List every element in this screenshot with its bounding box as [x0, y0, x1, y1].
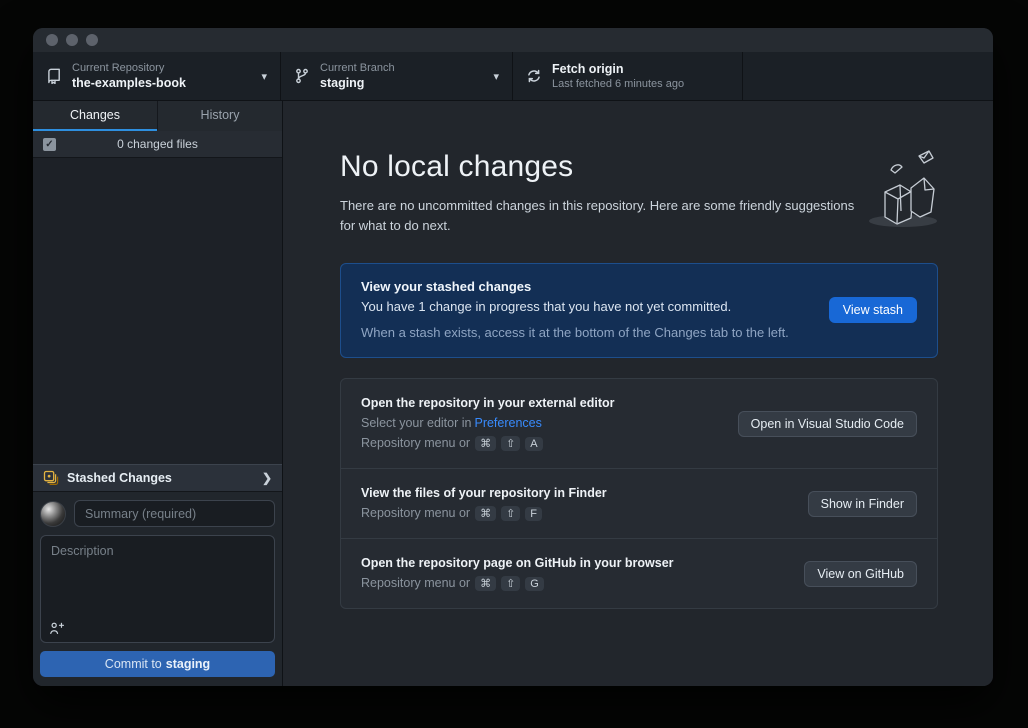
commit-button-branch: staging [166, 657, 210, 671]
preferences-link[interactable]: Preferences [474, 416, 541, 430]
letter-key: A [525, 437, 542, 451]
current-repository-dropdown[interactable]: Current Repository the-examples-book ▾ [33, 52, 281, 100]
minimize-window-button[interactable] [66, 34, 78, 46]
commit-button-prefix: Commit to [105, 657, 162, 671]
changed-files-count: 0 changed files [117, 137, 198, 151]
open-in-editor-button[interactable]: Open in Visual Studio Code [738, 411, 917, 437]
chevron-down-icon: ▾ [261, 70, 267, 83]
suggestion-open-editor: Open the repository in your external edi… [341, 379, 937, 468]
user-avatar [40, 501, 66, 527]
show-in-finder-button[interactable]: Show in Finder [808, 491, 917, 517]
stashed-changes-row[interactable]: Stashed Changes ❯ [33, 464, 282, 492]
stash-banner-title: View your stashed changes [361, 279, 917, 294]
suggestion-view-on-github: Open the repository page on GitHub in yo… [341, 538, 937, 608]
sidebar-tabs: Changes History [33, 101, 282, 131]
command-key-icon: ⌘ [475, 576, 496, 591]
shortcut-prefix: Repository menu or [361, 506, 470, 520]
changed-files-header: 0 changed files [33, 131, 282, 158]
current-repository-label: Current Repository [72, 61, 253, 75]
letter-key: F [525, 507, 542, 521]
close-window-button[interactable] [46, 34, 58, 46]
repo-icon [46, 68, 62, 84]
stash-icon [43, 470, 59, 486]
command-key-icon: ⌘ [475, 506, 496, 521]
commit-button[interactable]: Commit to staging [40, 651, 275, 677]
toolbar: Current Repository the-examples-book ▾ C… [33, 52, 993, 101]
command-key-icon: ⌘ [475, 436, 496, 451]
shift-key-icon: ⇧ [501, 576, 520, 591]
commit-form: Commit to staging [33, 492, 282, 686]
select-all-checkbox[interactable] [43, 138, 56, 151]
last-fetched-text: Last fetched 6 minutes ago [552, 77, 729, 91]
stash-banner-line2: When a stash exists, access it at the bo… [361, 325, 917, 340]
tab-history[interactable]: History [157, 101, 282, 131]
commit-summary-input[interactable] [74, 500, 275, 527]
chevron-down-icon: ▾ [493, 70, 499, 83]
git-branch-icon [294, 68, 310, 84]
suggestion-title: Open the repository page on GitHub in yo… [361, 556, 784, 570]
letter-key: G [525, 577, 544, 591]
suggestion-title: View the files of your repository in Fin… [361, 486, 788, 500]
app-window: Current Repository the-examples-book ▾ C… [33, 28, 993, 686]
stash-banner: View your stashed changes You have 1 cha… [340, 263, 938, 358]
maximize-window-button[interactable] [86, 34, 98, 46]
tab-changes[interactable]: Changes [33, 101, 157, 131]
titlebar [33, 28, 993, 52]
sync-icon [526, 68, 542, 84]
view-on-github-button[interactable]: View on GitHub [804, 561, 917, 587]
shortcut-prefix: Repository menu or [361, 436, 470, 450]
suggestion-show-in-finder: View the files of your repository in Fin… [341, 468, 937, 538]
stashed-changes-label: Stashed Changes [67, 471, 172, 485]
no-changes-illustration [855, 146, 943, 237]
shift-key-icon: ⇧ [501, 436, 520, 451]
sidebar: Changes History 0 changed files Stash [33, 101, 283, 686]
fetch-origin-button[interactable]: Fetch origin Last fetched 6 minutes ago [513, 52, 743, 100]
suggestion-line-prefix: Select your editor in [361, 416, 471, 430]
main-content: No local changes There are no uncommitte… [283, 101, 993, 686]
chevron-right-icon: ❯ [262, 471, 272, 485]
shift-key-icon: ⇧ [501, 506, 520, 521]
page-subtitle: There are no uncommitted changes in this… [340, 196, 868, 236]
suggestions-list: Open the repository in your external edi… [340, 378, 938, 609]
current-branch-dropdown[interactable]: Current Branch staging ▾ [281, 52, 513, 100]
current-repository-value: the-examples-book [72, 75, 253, 91]
current-branch-value: staging [320, 75, 485, 91]
fetch-origin-label: Fetch origin [552, 61, 729, 77]
page-title: No local changes [340, 150, 938, 184]
commit-description-input[interactable] [40, 535, 275, 643]
changes-file-list [33, 158, 282, 464]
view-stash-button[interactable]: View stash [829, 297, 917, 323]
shortcut-prefix: Repository menu or [361, 576, 470, 590]
current-branch-label: Current Branch [320, 61, 485, 75]
add-coauthor-icon[interactable] [49, 621, 64, 636]
suggestion-title: Open the repository in your external edi… [361, 396, 718, 410]
